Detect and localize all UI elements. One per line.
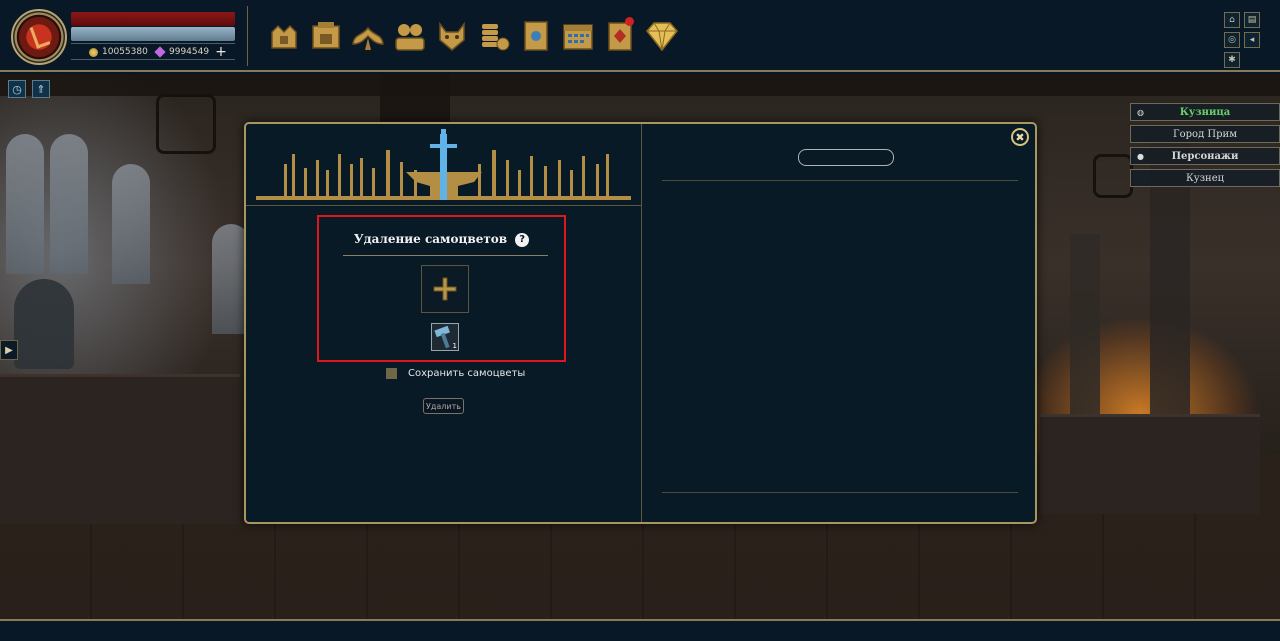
close-icon[interactable]: ✖ <box>1011 128 1029 146</box>
system-buttons: ⌂ ▤ ◎ ◂ ✱ <box>1224 12 1260 68</box>
add-gems-button[interactable]: + <box>215 45 227 59</box>
hanging-lamp <box>156 94 216 154</box>
hanging-lamp <box>1093 154 1133 198</box>
gems-display: 9994549 + <box>154 45 227 59</box>
location-header[interactable]: ◍ Кузница <box>1130 103 1280 121</box>
blacksmith-figure <box>14 279 74 369</box>
level-up-icon[interactable]: ⇑ <box>32 80 50 98</box>
gold-amount: 10055380 <box>102 47 148 57</box>
chat-icon[interactable]: ▤ <box>1244 12 1260 28</box>
divider <box>71 59 235 60</box>
settings-circle-icon[interactable]: ◎ <box>1224 32 1240 48</box>
item-slot[interactable] <box>421 265 469 313</box>
person-icon: ● <box>1137 151 1144 161</box>
gem-icon <box>154 46 166 58</box>
bottom-bar <box>0 619 1280 641</box>
character-label: Кузнец <box>1185 172 1225 184</box>
avatar-emblem-icon <box>29 23 51 49</box>
gold-coin-icon <box>89 47 98 57</box>
card-icon[interactable] <box>602 17 638 54</box>
swords-anvil-illustration <box>256 129 631 200</box>
gem-removal-panel: Удаление самоцветов? 1 <box>317 215 566 362</box>
divider <box>343 255 548 256</box>
divider <box>247 6 248 66</box>
counter <box>1040 414 1260 514</box>
diamond-icon[interactable] <box>644 18 680 54</box>
keep-gems-label: Сохранить самоцветы <box>408 368 526 379</box>
scene-window <box>50 134 88 274</box>
keep-gems-option: Сохранить самоцветы <box>386 368 525 379</box>
scene-window <box>112 164 150 284</box>
keep-gems-checkbox[interactable] <box>386 368 397 379</box>
rucksack-icon[interactable] <box>266 18 302 54</box>
player-avatar[interactable] <box>11 9 67 65</box>
gems-amount: 9994549 <box>169 47 210 57</box>
scene-window <box>6 134 44 274</box>
sound-icon[interactable]: ◂ <box>1244 32 1260 48</box>
right-panel-pill <box>798 149 894 166</box>
help-icon[interactable]: ? <box>515 232 530 247</box>
counter <box>0 374 240 524</box>
characters-title: Персонажи <box>1171 150 1239 162</box>
shop-icon[interactable] <box>308 18 344 54</box>
location-sub-item[interactable]: Город Прим <box>1130 125 1280 143</box>
clock-icon[interactable]: ◷ <box>8 80 26 98</box>
gem-removal-dialog: Удаление самоцветов? 1 Сохранить самоцве… <box>244 122 1037 524</box>
location-menu: ◍ Кузница Город Прим ● Персонажи Кузнец <box>1130 103 1280 191</box>
location-sub-label: Город Прим <box>1173 128 1237 140</box>
panel-title: Удаление самоцветов? <box>319 232 564 247</box>
home-icon[interactable]: ⌂ <box>1224 12 1240 28</box>
notification-dot <box>625 17 634 26</box>
ceiling-beam <box>0 74 1280 96</box>
characters-header[interactable]: ● Персонажи <box>1130 147 1280 165</box>
health-bar <box>71 12 235 26</box>
friends-icon[interactable] <box>392 18 428 54</box>
gear-icon[interactable]: ✱ <box>1224 52 1240 68</box>
plus-icon <box>433 277 457 301</box>
divider <box>662 492 1018 493</box>
spellbook-icon[interactable] <box>518 18 554 54</box>
delete-button[interactable]: Удалить <box>423 398 464 414</box>
item-count: 1 <box>452 342 457 350</box>
mana-bar <box>71 27 235 41</box>
location-title: Кузница <box>1179 106 1231 118</box>
panel-title-text: Удаление самоцветов <box>353 232 508 246</box>
divider <box>641 124 642 522</box>
top-bar: 10055380 9994549 + ⌂ ▤ ◎ ◂ ✱ <box>0 0 1280 72</box>
gold-display: 10055380 <box>89 45 148 59</box>
weapons-banner <box>246 124 641 206</box>
wolf-mask-icon[interactable] <box>434 18 470 54</box>
character-item-blacksmith[interactable]: Кузнец <box>1130 169 1280 187</box>
wings-icon[interactable] <box>350 18 386 54</box>
calendar-icon[interactable] <box>560 18 596 54</box>
divider <box>662 180 1018 181</box>
main-nav <box>266 17 680 54</box>
coins-icon[interactable] <box>476 18 512 54</box>
divider <box>71 43 235 44</box>
globe-icon: ◍ <box>1137 107 1144 117</box>
expand-arrow-icon[interactable]: ▶ <box>0 340 18 360</box>
hammer-item[interactable]: 1 <box>431 323 459 351</box>
